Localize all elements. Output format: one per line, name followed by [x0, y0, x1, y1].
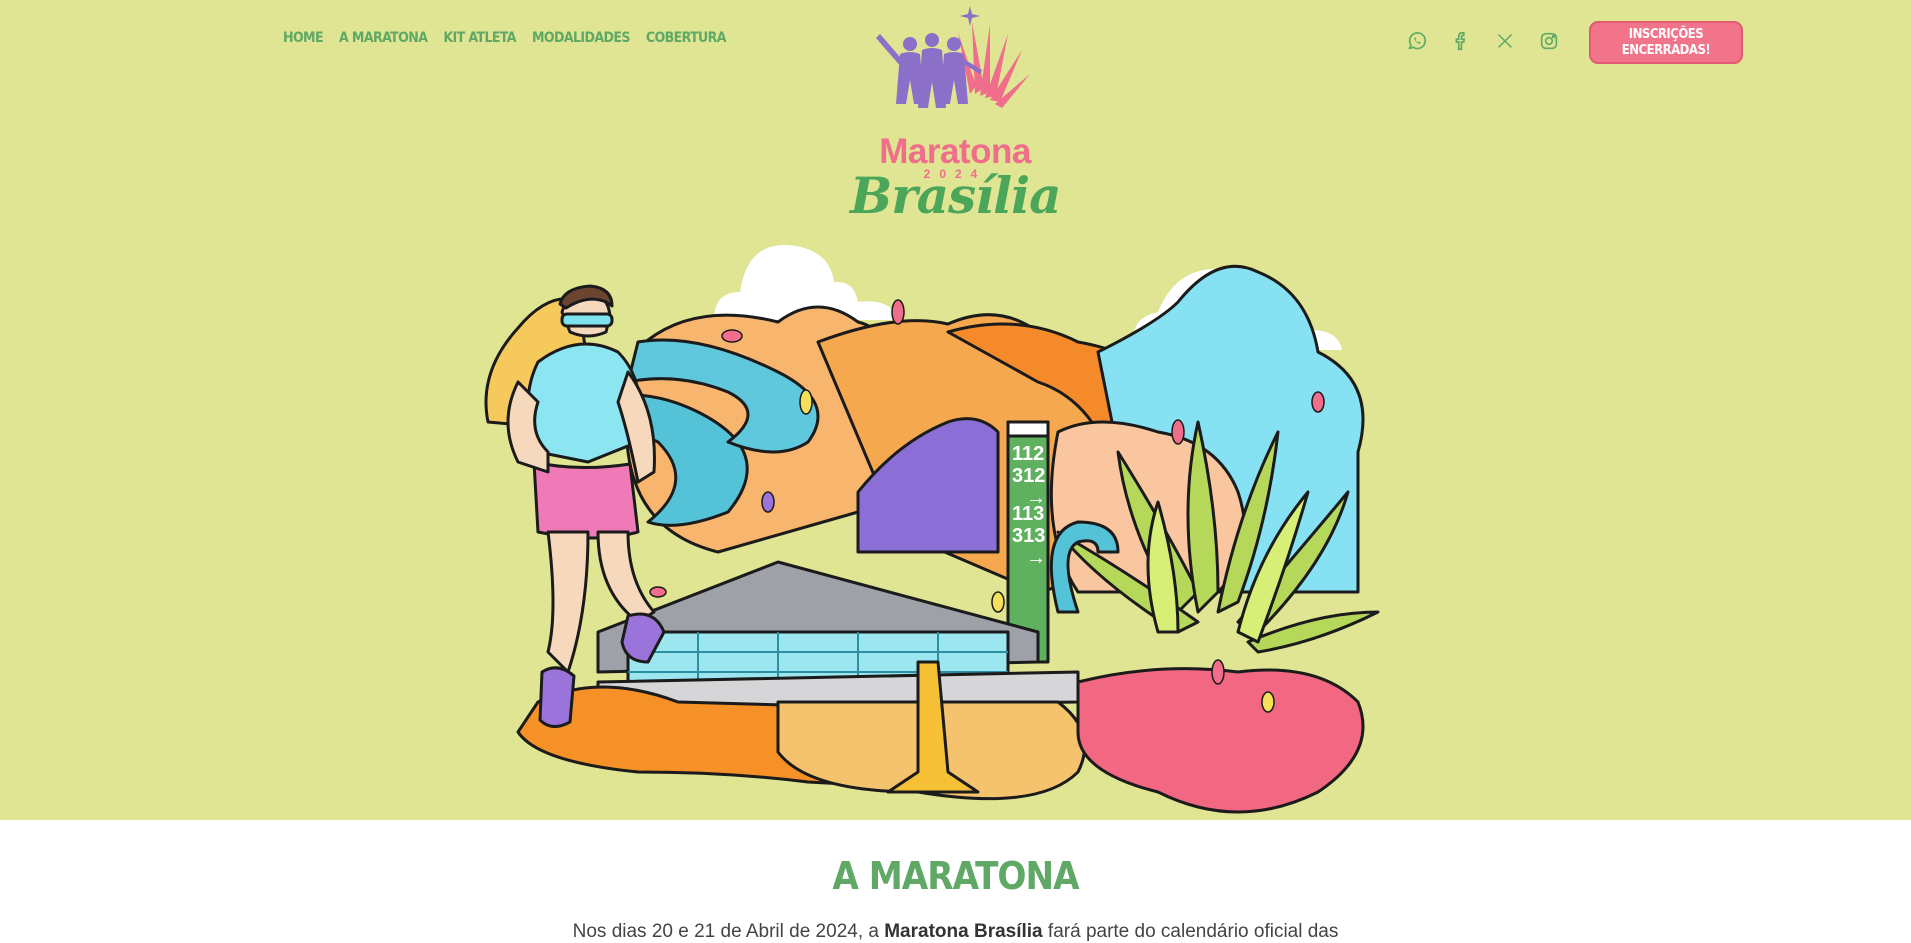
main-nav: HOME A MARATONA KIT ATLETA MODALIDADES C… [283, 30, 727, 46]
intro-event-name: Maratona Brasília [884, 921, 1043, 942]
logo-subtitle: Brasília [850, 166, 1062, 225]
intro-text-start: Nos dias 20 e 21 de Abril de 2024, a [572, 921, 885, 942]
intro-text-end: fará parte do calendário oficial das [1042, 921, 1339, 942]
sign-arrow-lower: → [1026, 547, 1046, 569]
hero-illustration: 112 312 113 313 → → [484, 244, 1380, 814]
site-logo[interactable]: Maratona 2024 Brasília [850, 4, 1062, 230]
sign-number-312: 312 [1012, 465, 1045, 487]
nav-home[interactable]: HOME [283, 30, 324, 46]
nav-cobertura[interactable]: COBERTURA [646, 30, 727, 46]
sign-number-112: 112 [1012, 443, 1044, 465]
cta-line-2: ENCERRADAS! [1621, 42, 1711, 58]
sign-number-313: 313 [1012, 525, 1045, 547]
facebook-icon[interactable] [1447, 27, 1475, 55]
social-links [1403, 27, 1563, 55]
nav-modalidades[interactable]: MODALIDADES [532, 30, 631, 46]
nav-a-maratona[interactable]: A MARATONA [339, 30, 428, 46]
nav-kit-atleta[interactable]: KIT ATLETA [443, 30, 516, 46]
x-icon[interactable] [1491, 27, 1519, 55]
sign-arrow-upper: → [1026, 487, 1046, 509]
intro-paragraph: Nos dias 20 e 21 de Abril de 2024, a Mar… [0, 921, 1911, 943]
hero-banner: HOME A MARATONA KIT ATLETA MODALIDADES C… [0, 0, 1911, 820]
cta-line-1: INSCRIÇÕES [1628, 26, 1704, 42]
registration-closed-button[interactable]: INSCRIÇÕES ENCERRADAS! [1589, 21, 1743, 64]
section-title: A MARATONA [832, 854, 1079, 898]
whatsapp-icon[interactable] [1403, 27, 1431, 55]
logo-emblem [876, 6, 1030, 108]
instagram-icon[interactable] [1535, 27, 1563, 55]
